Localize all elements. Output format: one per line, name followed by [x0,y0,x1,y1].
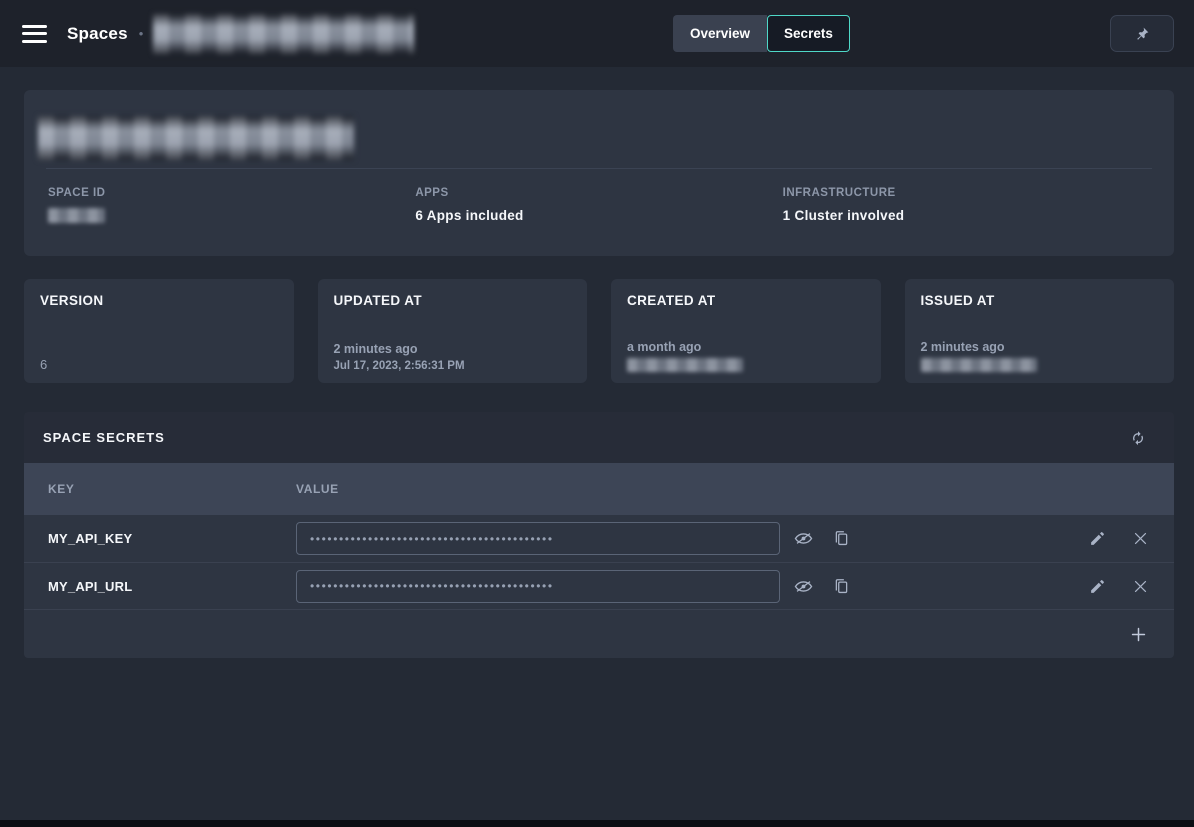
secrets-panel-title: SPACE SECRETS [43,430,165,445]
app-title: Spaces [67,24,128,44]
field-label: APPS [415,187,782,199]
topbar: Spaces • Overview Secrets [0,0,1194,67]
hamburger-menu-icon[interactable] [22,25,47,43]
x-icon [1132,530,1149,547]
copy-secret-button[interactable] [830,575,853,598]
app-root: Spaces • Overview Secrets SPACE ID APPS [0,0,1194,658]
relative-time: 2 minutes ago [921,340,1159,354]
stat-card-version: VERSION 6 [24,279,294,383]
refresh-button[interactable] [1127,427,1149,449]
reveal-secret-button[interactable] [791,526,816,551]
field-infrastructure: INFRASTRUCTURE 1 Cluster involved [783,187,1150,223]
relative-time: 2 minutes ago [334,342,572,356]
pencil-icon [1089,578,1106,595]
secret-value-cell: ••••••••••••••••••••••••••••••••••••••••… [296,522,1087,555]
copy-icon [832,529,851,548]
secret-key-label: MY_API_KEY [24,531,296,546]
stat-title: ISSUED AT [921,293,1159,308]
stat-card-updated-at: UPDATED AT 2 minutes ago Jul 17, 2023, 2… [318,279,588,383]
space-id-value-redacted [48,208,105,223]
field-apps: APPS 6 Apps included [415,187,782,223]
stat-title: UPDATED AT [334,293,572,308]
space-title-redacted [38,116,354,160]
masked-secret-value: ••••••••••••••••••••••••••••••••••••••••… [310,580,554,592]
pin-button[interactable] [1110,15,1174,52]
bottom-edge-strip [0,820,1194,827]
masked-secret-value: ••••••••••••••••••••••••••••••••••••••••… [310,533,554,545]
stat-title: VERSION [40,293,278,308]
pushpin-icon [1134,26,1150,42]
breadcrumb-separator: • [139,26,144,41]
field-label: INFRASTRUCTURE [783,187,1150,199]
delete-secret-button[interactable] [1130,528,1151,549]
secrets-table-footer [24,609,1174,658]
column-header-value: VALUE [296,482,339,496]
x-icon [1132,578,1149,595]
tab-secrets[interactable]: Secrets [767,15,850,52]
relative-time: a month ago [627,340,865,354]
field-value: 6 Apps included [415,208,782,223]
space-info-card: SPACE ID APPS 6 Apps included INFRASTRUC… [24,90,1174,256]
timestamp-redacted [627,358,743,372]
refresh-icon [1129,429,1147,447]
stat-card-created-at: CREATED AT a month ago [611,279,881,383]
eye-off-icon [793,528,814,549]
copy-secret-button[interactable] [830,527,853,550]
space-secrets-panel: SPACE SECRETS KEY VALUE MY_API_KEY •••••… [24,412,1174,658]
secrets-table-header: KEY VALUE [24,463,1174,515]
space-info-fields: SPACE ID APPS 6 Apps included INFRASTRUC… [24,187,1174,223]
divider [46,168,1152,169]
timestamp: Jul 17, 2023, 2:56:31 PM [334,360,572,372]
secrets-panel-header: SPACE SECRETS [24,412,1174,463]
field-value: 1 Cluster involved [783,208,1150,223]
secret-key-label: MY_API_URL [24,579,296,594]
eye-off-icon [793,576,814,597]
stat-cards-row: VERSION 6 UPDATED AT 2 minutes ago Jul 1… [24,279,1174,383]
field-space-id: SPACE ID [48,187,415,223]
timestamp-redacted [921,358,1037,372]
secret-value-cell: ••••••••••••••••••••••••••••••••••••••••… [296,570,1087,603]
add-secret-button[interactable] [1127,623,1150,646]
copy-icon [832,577,851,596]
secret-value-input[interactable]: ••••••••••••••••••••••••••••••••••••••••… [296,522,780,555]
version-value: 6 [40,357,278,372]
tab-overview[interactable]: Overview [673,15,767,52]
pencil-icon [1089,530,1106,547]
space-name-redacted [153,14,414,54]
edit-secret-button[interactable] [1087,528,1108,549]
secret-row-actions [1087,528,1174,549]
secret-value-input[interactable]: ••••••••••••••••••••••••••••••••••••••••… [296,570,780,603]
stat-title: CREATED AT [627,293,865,308]
reveal-secret-button[interactable] [791,574,816,599]
secret-row-actions [1087,576,1174,597]
delete-secret-button[interactable] [1130,576,1151,597]
stat-card-issued-at: ISSUED AT 2 minutes ago [905,279,1175,383]
secret-row-my-api-url: MY_API_URL •••••••••••••••••••••••••••••… [24,562,1174,609]
field-label: SPACE ID [48,187,415,199]
plus-icon [1129,625,1148,644]
view-tabs: Overview Secrets [673,15,850,52]
secret-row-my-api-key: MY_API_KEY •••••••••••••••••••••••••••••… [24,515,1174,562]
column-header-key: KEY [24,482,296,496]
edit-secret-button[interactable] [1087,576,1108,597]
